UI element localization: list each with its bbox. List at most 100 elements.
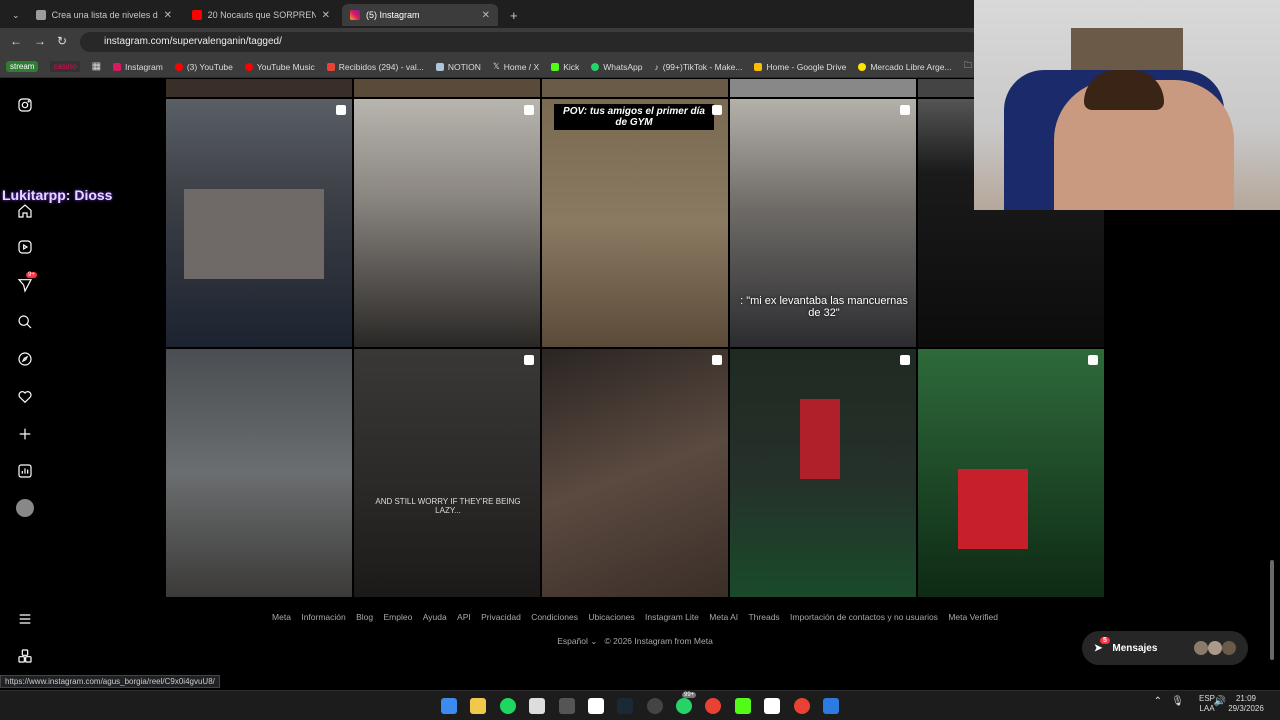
notification-badge: 9+ <box>26 272 37 278</box>
file-explorer-icon[interactable] <box>470 698 486 714</box>
post-tile[interactable] <box>353 98 541 348</box>
store-icon[interactable] <box>529 698 545 714</box>
instagram-icon <box>113 62 122 71</box>
obs-icon[interactable] <box>647 698 663 714</box>
post-tile[interactable] <box>541 348 729 598</box>
messages-button[interactable]: ➤ 5 Mensajes <box>1082 631 1248 665</box>
footer-link[interactable]: Información <box>301 612 345 622</box>
bookmark-notion[interactable]: NOTION <box>435 61 481 72</box>
chrome-active-icon[interactable] <box>794 698 810 714</box>
footer-link[interactable]: Ayuda <box>423 612 447 622</box>
bookmark-label: (3) YouTube <box>186 61 233 72</box>
post-tile[interactable] <box>729 78 917 98</box>
footer-link[interactable]: Empleo <box>384 612 413 622</box>
notepad-icon[interactable] <box>823 698 839 714</box>
more-menu-icon[interactable] <box>16 610 34 628</box>
chrome-icon[interactable] <box>705 698 721 714</box>
post-tile[interactable]: : "mi ex levantaba las mancuernas de 32" <box>729 98 917 348</box>
kick-icon[interactable] <box>735 698 751 714</box>
messages-icon[interactable]: 9+ <box>16 272 37 294</box>
bookmark-google-drive[interactable]: Home - Google Drive <box>754 62 846 72</box>
home-icon[interactable] <box>16 202 34 220</box>
post-tile[interactable] <box>353 78 541 98</box>
close-icon[interactable]: ✕ <box>322 10 330 21</box>
post-tile[interactable]: AND STILL WORRY IF THEY'RE BEING LAZY... <box>353 348 541 598</box>
url-field[interactable]: instagram.com/supervalenganin/tagged/ <box>80 32 980 52</box>
reload-icon[interactable]: ↻ <box>57 34 67 48</box>
reels-icon[interactable] <box>16 238 34 256</box>
footer-link[interactable]: Blog <box>356 612 373 622</box>
tab-list-button[interactable]: ⌄ <box>4 4 24 26</box>
footer-link[interactable]: Privacidad <box>481 612 521 622</box>
bookmark-instagram[interactable]: Instagram <box>113 62 163 72</box>
volume-icon[interactable]: 🔊 <box>1214 697 1226 707</box>
footer-link[interactable]: Ubicaciones <box>588 612 634 622</box>
instagram-footer: Meta Información Blog Empleo Ayuda API P… <box>165 612 1105 647</box>
post-tile[interactable] <box>541 78 729 98</box>
tab-instagram[interactable]: (5) Instagram ✕ <box>342 4 498 26</box>
bookmark-stream[interactable]: stream <box>6 61 39 72</box>
tab-tierlist[interactable]: Crea una lista de niveles de tod ✕ <box>28 4 180 26</box>
post-tile[interactable] <box>165 98 353 348</box>
youtube-music-icon <box>244 62 253 71</box>
footer-link[interactable]: Meta <box>272 612 291 622</box>
carousel-icon <box>336 105 346 115</box>
bookmark-label: (99+)TikTok - Make... <box>662 61 743 72</box>
notion-icon[interactable] <box>764 698 780 714</box>
tiktok-icon: ♪ <box>654 61 659 72</box>
windows-start-icon[interactable] <box>441 698 457 714</box>
apps-grid-icon[interactable]: ▦ <box>92 61 101 72</box>
folder-icon[interactable]: 🗀 <box>964 60 973 74</box>
forward-icon[interactable]: → <box>34 34 46 48</box>
copyright-text: © 2026 Instagram from Meta <box>604 636 713 646</box>
capcut-icon[interactable] <box>588 698 604 714</box>
footer-link[interactable]: Meta AI <box>709 612 738 622</box>
chevron-up-icon[interactable]: ⌃ <box>1154 697 1162 707</box>
post-tile[interactable] <box>917 348 1105 598</box>
create-icon[interactable] <box>16 425 34 443</box>
microphone-icon[interactable]: 🎙 <box>1171 697 1184 707</box>
bookmark-gmail[interactable]: Recibidos (294) - val... <box>326 62 424 72</box>
post-tile[interactable] <box>729 348 917 598</box>
post-tile[interactable] <box>165 78 353 98</box>
close-icon[interactable]: ✕ <box>482 10 490 21</box>
profile-avatar[interactable] <box>16 499 34 517</box>
bookmark-youtube-music[interactable]: YouTube Music <box>244 62 315 72</box>
bookmark-casino[interactable]: casino <box>50 61 80 72</box>
bookmark-youtube[interactable]: (3) YouTube <box>174 61 233 72</box>
whatsapp-icon[interactable]: 99+ <box>676 692 697 714</box>
dashboard-icon[interactable] <box>16 462 34 480</box>
app-icon[interactable] <box>559 698 575 714</box>
back-icon[interactable]: ← <box>10 34 22 48</box>
explore-icon[interactable] <box>16 350 34 368</box>
post-tile[interactable]: POV: tus amigos el primer día de GYM <box>541 98 729 348</box>
scrollbar-thumb[interactable] <box>1270 560 1274 660</box>
footer-link[interactable]: Threads <box>748 612 779 622</box>
new-tab-button[interactable]: + <box>502 4 522 26</box>
close-icon[interactable]: ✕ <box>164 10 172 21</box>
gmail-icon <box>326 62 335 71</box>
bookmark-x[interactable]: 𝕏 Home / X <box>493 61 539 72</box>
language-select[interactable]: Español ⌄ <box>557 636 597 646</box>
bookmark-label: Home - Google Drive <box>766 61 847 72</box>
bookmark-whatsapp[interactable]: WhatsApp <box>591 62 642 72</box>
tab-youtube[interactable]: 20 Nocauts que SORPRENDIER ✕ <box>184 4 338 26</box>
footer-link[interactable]: API <box>457 612 471 622</box>
steam-icon[interactable] <box>617 698 633 714</box>
footer-link[interactable]: Importación de contactos y no usuarios <box>790 612 938 622</box>
footer-link[interactable]: Condiciones <box>531 612 578 622</box>
instagram-logo-icon[interactable] <box>16 96 34 114</box>
search-icon[interactable] <box>16 313 34 331</box>
bookmark-tiktok[interactable]: ♪ (99+)TikTok - Make... <box>654 62 742 72</box>
clock[interactable]: 21:09 29/3/2026 <box>1226 694 1266 714</box>
also-from-meta-icon[interactable] <box>16 647 34 665</box>
bookmark-label: NOTION <box>447 61 481 72</box>
chevron-down-icon: ⌄ <box>590 636 598 646</box>
bookmark-mercado-libre[interactable]: Mercado Libre Arge... <box>858 62 952 72</box>
heart-icon[interactable] <box>16 388 34 406</box>
post-tile[interactable] <box>165 348 353 598</box>
spotify-icon[interactable] <box>500 698 516 714</box>
bookmark-kick[interactable]: Kick <box>551 62 579 72</box>
footer-link[interactable]: Instagram Lite <box>645 612 699 622</box>
footer-link[interactable]: Meta Verified <box>948 612 998 622</box>
